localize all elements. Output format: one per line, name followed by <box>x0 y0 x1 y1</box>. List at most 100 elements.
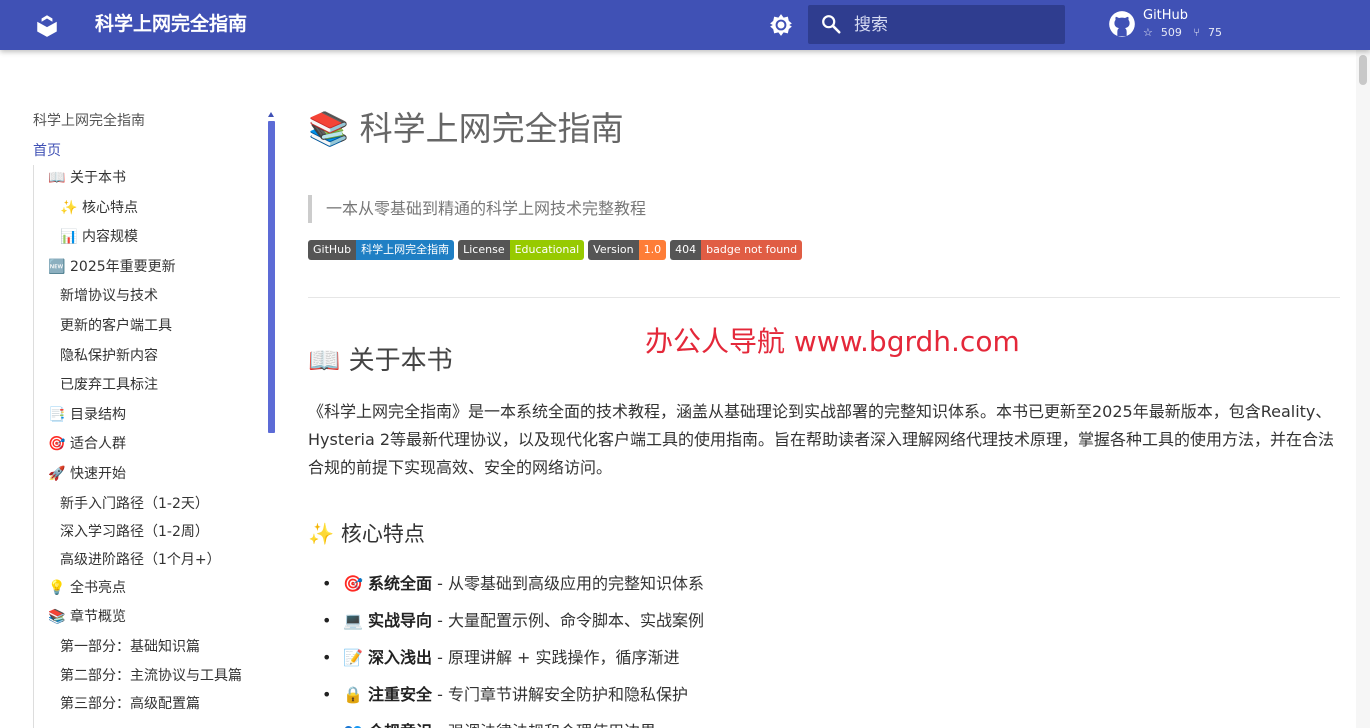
feature-description: - 强调法律法规和合理使用边界 <box>432 722 656 728</box>
feature-title: 深入浅出 <box>368 648 433 667</box>
sidebar-item-label: 目录结构 <box>70 406 126 423</box>
feature-icon: 📝 <box>343 648 363 667</box>
subtitle-quote: 一本从零基础到精通的科学上网技术完整教程 <box>308 195 1008 223</box>
sidebar-item[interactable]: 📑 目录结构 <box>48 401 258 431</box>
sidebar-item[interactable]: 已废弃工具标注 <box>48 371 258 401</box>
scroll-up-arrow[interactable] <box>268 112 274 117</box>
sidebar-item[interactable]: 第三部分：高级配置篇 <box>48 690 258 720</box>
sidebar-item-label: 全书亮点 <box>70 579 126 596</box>
sidebar-item-label: 2025年重要更新 <box>70 258 176 275</box>
sidebar-item-label: 新增协议与技术 <box>60 288 158 305</box>
sidebar-item-label: 高级进阶路径（1个月+） <box>60 551 221 568</box>
feature-icon: 👥 <box>342 713 364 728</box>
book-logo-icon[interactable] <box>34 12 60 38</box>
badge[interactable]: GitHub 科学上网完全指南 <box>308 240 455 260</box>
sidebar-item[interactable]: 💡 全书亮点 <box>48 574 258 604</box>
sidebar-item[interactable]: 高级进阶路径（1个月+） <box>48 546 258 574</box>
sidebar-item-icon: 📊 <box>60 229 78 246</box>
search-input[interactable] <box>854 5 1054 44</box>
star-icon: ☆ <box>1143 26 1153 39</box>
sidebar-scrollbar[interactable] <box>268 121 275 433</box>
top-header: 科学上网完全指南 GitHub ☆ 509 ⑂ 75 <box>0 0 1370 50</box>
subheading-text: 核心特点 <box>340 522 425 546</box>
sidebar-nav: 科学上网完全指南 首页 📖 关于本书 ✨ 核心特点 📊 内容规模 🆕 2025年重要更新 新增协… <box>0 50 275 728</box>
open-book-icon: 📖 <box>308 346 341 376</box>
sparkles-icon: ✨ <box>308 522 335 546</box>
sidebar-item-icon: 🚀 <box>48 465 66 482</box>
badge-value: 1.0 <box>638 240 667 260</box>
sidebar-item-label: 更新的客户端工具 <box>60 317 172 334</box>
sidebar-item-label: 第二部分：主流协议与工具篇 <box>60 668 242 685</box>
sidebar-item-label: 已废弃工具标注 <box>60 377 158 394</box>
badge-label: GitHub <box>308 240 357 260</box>
sidebar-item-icon: 🎯 <box>48 436 66 453</box>
sidebar-item-label: 深入学习路径（1-2周） <box>60 523 209 540</box>
sidebar-item[interactable]: 📊 内容规模 <box>48 223 258 253</box>
sidebar-item[interactable]: 隐私保护新内容 <box>48 342 258 372</box>
feature-title: 合规意识 <box>368 722 432 728</box>
sidebar-item[interactable]: 🎯 适合人群 <box>48 430 258 460</box>
sidebar-item-label: 适合人群 <box>70 436 126 453</box>
nav-item-home[interactable]: 首页 <box>33 140 61 160</box>
page-scrollbar-track[interactable] <box>1356 50 1370 728</box>
sidebar-item[interactable]: 更新的客户端工具 <box>48 312 258 342</box>
sidebar-item-label: 快速开始 <box>70 465 126 482</box>
sidebar-item[interactable]: 新手入门路径（1-2天） <box>48 490 258 518</box>
badge-label: 404 <box>670 240 702 260</box>
badge[interactable]: License Educational <box>458 240 585 260</box>
search-box[interactable] <box>808 5 1065 44</box>
badge[interactable]: Version 1.0 <box>588 240 667 260</box>
sidebar-item[interactable]: 深入学习路径（1-2周） <box>48 518 258 546</box>
sidebar-item[interactable]: 第二部分：主流协议与工具篇 <box>48 662 258 690</box>
books-icon: 📚 <box>308 109 350 148</box>
toc-list: 📖 关于本书 ✨ 核心特点 📊 内容规模 🆕 2025年重要更新 新增协议与技术 更新的客户端工具… <box>48 164 258 720</box>
github-icon <box>1109 11 1135 37</box>
sidebar-item-icon: 🆕 <box>48 258 66 275</box>
repo-name: GitHub <box>1143 8 1189 23</box>
sidebar-item-label: 核心特点 <box>82 199 138 216</box>
sidebar-item-icon: 📖 <box>48 170 66 186</box>
sidebar-item[interactable]: 🆕 2025年重要更新 <box>48 253 258 283</box>
page-scrollbar-thumb[interactable] <box>1359 55 1367 85</box>
badge-value: 科学上网完全指南 <box>356 240 455 260</box>
repo-stats: ☆ 509 ⑂ 75 <box>1143 26 1230 40</box>
nav-title: 科学上网完全指南 <box>33 113 145 129</box>
search-icon <box>822 15 841 34</box>
page-title: 📚 科学上网完全指南 <box>308 108 624 150</box>
sidebar-item-label: 隐私保护新内容 <box>60 347 158 364</box>
sidebar-item[interactable]: 第一部分：基础知识篇 <box>48 633 258 663</box>
sidebar-item[interactable]: 📚 章节概览 <box>48 603 258 633</box>
feature-title: 系统全面 <box>368 574 433 593</box>
feature-description: - 从零基础到高级应用的完整知识体系 <box>432 574 704 593</box>
badge[interactable]: 404 badge not found <box>670 240 803 260</box>
page-title-text: 科学上网完全指南 <box>359 109 624 148</box>
site-title[interactable]: 科学上网完全指南 <box>95 11 247 37</box>
feature-item: 🎯 系统全面 - 从零基础到高级应用的完整知识体系 <box>322 565 1222 602</box>
feature-item: 📝 深入浅出 - 原理讲解 + 实践操作，循序渐进 <box>322 639 1222 676</box>
main-content: 📚 科学上网完全指南 一本从零基础到精通的科学上网技术完整教程 GitHub 科学… <box>308 50 1343 728</box>
feature-description: - 专门章节讲解安全防护和隐私保护 <box>432 685 688 704</box>
sidebar-item-icon: 📑 <box>48 406 66 423</box>
sidebar-item-icon: ✨ <box>60 199 78 216</box>
sidebar-item[interactable]: 📖 关于本书 <box>48 164 258 194</box>
sidebar-item[interactable]: ✨ 核心特点 <box>48 194 258 224</box>
badge-label: License <box>458 240 510 260</box>
sidebar-item-label: 第三部分：高级配置篇 <box>60 696 200 713</box>
github-repo-link[interactable]: GitHub ☆ 509 ⑂ 75 <box>1108 8 1258 44</box>
badge-label: Version <box>588 240 639 260</box>
sidebar-item[interactable]: 新增协议与技术 <box>48 282 258 312</box>
sidebar-item-label: 关于本书 <box>70 170 126 186</box>
sidebar-item[interactable]: 🚀 快速开始 <box>48 460 258 490</box>
feature-title: 实战导向 <box>368 611 433 630</box>
theme-toggle-icon[interactable] <box>768 12 794 38</box>
feature-icon: 💻 <box>343 611 363 630</box>
badge-row: GitHub 科学上网完全指南 License Educational Version 1… <box>308 240 803 262</box>
badge-value: Educational <box>509 240 585 260</box>
star-count: 509 <box>1160 26 1182 39</box>
feature-description: - 大量配置示例、命令脚本、实战案例 <box>432 611 704 630</box>
sidebar-item-label: 第一部分：基础知识篇 <box>60 638 200 655</box>
fork-count: 75 <box>1207 26 1222 39</box>
divider <box>308 297 1340 298</box>
feature-icon: 🔒 <box>343 685 363 704</box>
nav-indent-line <box>33 165 34 728</box>
